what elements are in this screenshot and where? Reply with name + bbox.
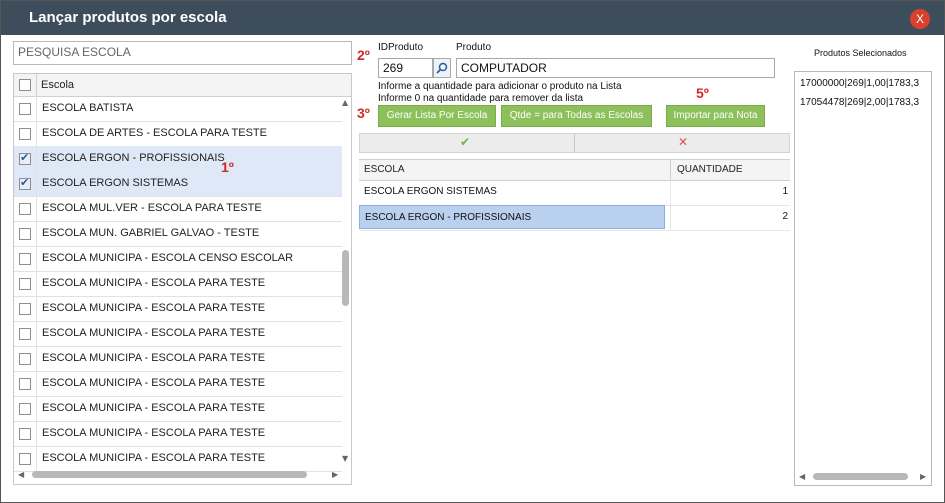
- school-col-header[interactable]: ESCOLA: [364, 160, 405, 180]
- school-checkbox[interactable]: ✔: [19, 151, 31, 165]
- quantity-cell[interactable]: 2: [670, 205, 788, 230]
- school-name: ESCOLA MUNICIPA - ESCOLA PARA TESTE: [36, 321, 342, 346]
- dialog-titlebar: Lançar produtos por escola X: [1, 1, 944, 35]
- school-name: ESCOLA MUNICIPA - ESCOLA PARA TESTE: [36, 346, 342, 371]
- scroll-down-icon[interactable]: ▼: [342, 454, 348, 463]
- cancel-x-icon[interactable]: ✕: [678, 135, 688, 149]
- school-checkbox[interactable]: ✔: [19, 176, 31, 190]
- scroll-up-icon[interactable]: ▲: [342, 98, 348, 107]
- school-cell: ESCOLA ERGON SISTEMAS: [364, 186, 497, 197]
- vertical-scroll-thumb[interactable]: [342, 250, 349, 306]
- list-item: 17054478|269|2,00|1783,3: [800, 97, 920, 108]
- horizontal-scroll-thumb[interactable]: [813, 473, 908, 480]
- school-checkbox[interactable]: [19, 353, 31, 365]
- table-row[interactable]: ESCOLA ERGON - PROFISSIONAIS 2: [359, 205, 790, 231]
- school-cell: ESCOLA ERGON - PROFISSIONAIS: [359, 205, 665, 229]
- school-checkbox[interactable]: [19, 203, 31, 215]
- school-grid-header: Escola: [14, 74, 351, 97]
- school-row[interactable]: ESCOLA MUNICIPA - ESCOLA PARA TESTE: [14, 321, 342, 347]
- school-name: ESCOLA MUNICIPA - ESCOLA PARA TESTE: [36, 396, 342, 421]
- list-item: 17000000|269|1,00|1783,3: [800, 78, 920, 89]
- school-row[interactable]: ESCOLA MUNICIPA - ESCOLA PARA TESTE: [14, 296, 342, 322]
- step-2-label: 2º: [357, 47, 370, 63]
- confirm-check-icon[interactable]: ✔: [460, 135, 470, 149]
- selected-products-horizontal-scrollbar[interactable]: ◀ ▶: [795, 470, 931, 484]
- school-row[interactable]: ESCOLA MUNICIPA - ESCOLA PARA TESTE: [14, 396, 342, 422]
- quantity-grid-header: ESCOLA QUANTIDADE: [359, 159, 790, 181]
- school-checkbox[interactable]: [19, 228, 31, 240]
- edit-action-bar: ✔ ✕: [359, 133, 790, 153]
- school-name: ESCOLA ERGON SISTEMAS: [36, 171, 342, 196]
- school-checkbox[interactable]: [19, 453, 31, 465]
- scroll-right-icon[interactable]: ▶: [332, 470, 338, 479]
- school-name: ESCOLA MUL.VER - ESCOLA PARA TESTE: [36, 196, 342, 221]
- school-name: ESCOLA MUNICIPA - ESCOLA PARA TESTE: [36, 421, 342, 446]
- qty-all-schools-button[interactable]: Qtde = para Todas as Escolas: [501, 105, 652, 127]
- school-checkbox[interactable]: [19, 103, 31, 115]
- school-grid: Escola ESCOLA BATISTA ESCOLA DE ARTES - E…: [13, 73, 352, 485]
- school-row[interactable]: ESCOLA BATISTA: [14, 96, 342, 122]
- school-row[interactable]: ✔ ESCOLA ERGON - PROFISSIONAIS: [14, 146, 342, 172]
- check-icon: ✔: [20, 151, 30, 164]
- school-row[interactable]: ESCOLA MUNICIPA - ESCOLA PARA TESTE: [14, 271, 342, 297]
- school-checkbox[interactable]: [19, 328, 31, 340]
- quantity-cell[interactable]: 1: [670, 180, 788, 205]
- product-name-field[interactable]: COMPUTADOR: [456, 58, 775, 78]
- info-add-text: Informe a quantidade para adicionar o pr…: [378, 81, 622, 92]
- school-checkbox[interactable]: [19, 378, 31, 390]
- school-search-input[interactable]: PESQUISA ESCOLA: [13, 41, 352, 65]
- product-id-field[interactable]: 269: [378, 58, 433, 78]
- school-name: ESCOLA MUNICIPA - ESCOLA CENSO ESCOLAR: [36, 246, 342, 271]
- quantity-grid: ESCOLA QUANTIDADE ESCOLA ERGON SISTEMAS …: [359, 159, 790, 233]
- school-grid-vertical-scrollbar[interactable]: ▲ ▼: [341, 98, 350, 464]
- step-5-label: 5º: [696, 85, 709, 101]
- check-icon: ✔: [20, 176, 30, 189]
- school-checkbox[interactable]: [19, 403, 31, 415]
- selected-products-title: Produtos Selecionados: [814, 48, 907, 58]
- school-name: ESCOLA DE ARTES - ESCOLA PARA TESTE: [36, 121, 342, 146]
- action-separator: [574, 134, 575, 152]
- close-button[interactable]: X: [910, 9, 930, 29]
- school-name: ESCOLA ERGON - PROFISSIONAIS: [36, 146, 342, 171]
- info-remove-text: Informe 0 na quantidade para remover da …: [378, 93, 584, 104]
- school-row[interactable]: ESCOLA MUN. GABRIEL GALVAO - TESTE: [14, 221, 342, 247]
- school-checkbox[interactable]: [19, 253, 31, 265]
- school-name: ESCOLA MUNICIPA - ESCOLA PARA TESTE: [36, 271, 342, 296]
- school-row[interactable]: ESCOLA MUNICIPA - ESCOLA CENSO ESCOLAR: [14, 246, 342, 272]
- product-name-label: Produto: [456, 42, 492, 53]
- school-row[interactable]: ESCOLA MUNICIPA - ESCOLA PARA TESTE: [14, 371, 342, 397]
- school-name: ESCOLA MUNICIPA - ESCOLA PARA TESTE: [36, 371, 342, 396]
- import-to-invoice-button[interactable]: Importar para Nota: [666, 105, 765, 127]
- scroll-right-icon[interactable]: ▶: [920, 472, 926, 481]
- selected-products-list[interactable]: 17000000|269|1,00|1783,3 17054478|269|2,…: [794, 71, 932, 486]
- school-name: ESCOLA BATISTA: [36, 96, 342, 121]
- quantity-col-header[interactable]: QUANTIDADE: [670, 160, 787, 180]
- step-3-label: 3º: [357, 105, 370, 121]
- scroll-left-icon[interactable]: ◀: [18, 470, 24, 479]
- select-all-checkbox[interactable]: [19, 79, 31, 91]
- school-checkbox[interactable]: [19, 303, 31, 315]
- school-checkbox[interactable]: [19, 128, 31, 140]
- school-name: ESCOLA MUN. GABRIEL GALVAO - TESTE: [36, 221, 342, 246]
- dialog-title: Lançar produtos por escola: [29, 9, 227, 26]
- search-icon[interactable]: [433, 58, 451, 78]
- school-column-header[interactable]: Escola: [36, 74, 346, 96]
- table-row[interactable]: ESCOLA ERGON SISTEMAS 1: [359, 180, 790, 206]
- school-name: ESCOLA MUNICIPA - ESCOLA PARA TESTE: [36, 296, 342, 321]
- product-id-label: IDProduto: [378, 42, 424, 53]
- school-grid-horizontal-scrollbar[interactable]: ◀ ▶: [14, 468, 351, 482]
- school-checkbox[interactable]: [19, 278, 31, 290]
- scroll-left-icon[interactable]: ◀: [799, 472, 805, 481]
- school-row[interactable]: ✔ ESCOLA ERGON SISTEMAS: [14, 171, 342, 197]
- school-row[interactable]: ESCOLA MUNICIPA - ESCOLA PARA TESTE: [14, 346, 342, 372]
- school-row[interactable]: ESCOLA DE ARTES - ESCOLA PARA TESTE: [14, 121, 342, 147]
- step-1-label: 1º: [221, 159, 234, 175]
- school-row[interactable]: ESCOLA MUL.VER - ESCOLA PARA TESTE: [14, 196, 342, 222]
- school-checkbox[interactable]: [19, 428, 31, 440]
- horizontal-scroll-thumb[interactable]: [32, 471, 307, 478]
- generate-list-button[interactable]: Gerar Lista Por Escola: [378, 105, 496, 127]
- school-row[interactable]: ESCOLA MUNICIPA - ESCOLA PARA TESTE: [14, 421, 342, 447]
- launch-products-dialog: Lançar produtos por escola X PESQUISA ES…: [0, 0, 945, 503]
